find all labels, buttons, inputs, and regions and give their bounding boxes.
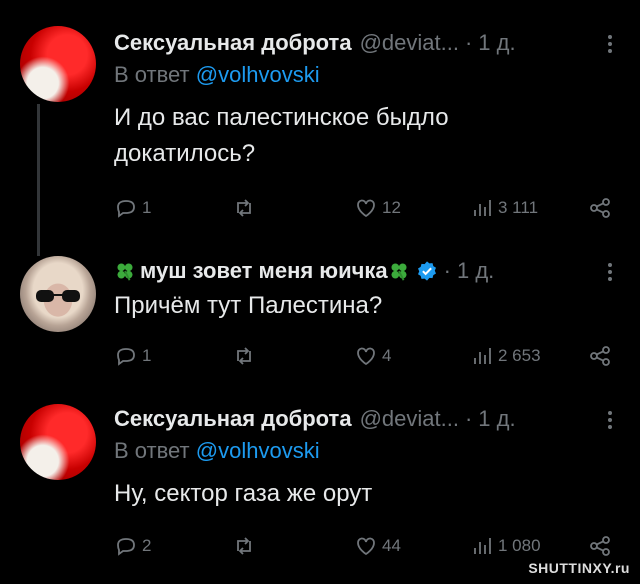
views-button[interactable]: 3 111 [470, 196, 538, 220]
more-icon[interactable] [608, 260, 612, 284]
more-icon[interactable] [608, 32, 612, 56]
like-button[interactable]: 44 [354, 534, 401, 558]
tweet-text-line: докатилось? [114, 140, 256, 167]
retweet-button[interactable] [232, 344, 260, 368]
views-count: 2 653 [498, 346, 541, 365]
reply-icon [117, 538, 135, 556]
retweet-icon [237, 199, 251, 217]
mention-link[interactable]: @volhvovski [196, 438, 320, 463]
retweet-button[interactable] [232, 196, 260, 220]
views-icon [474, 348, 491, 364]
views-icon [474, 200, 491, 216]
tweet-header: Сексуальная доброта @deviat... · 1 д. [114, 26, 620, 60]
share-icon [590, 198, 610, 218]
views-icon [474, 538, 491, 554]
reply-prefix: В ответ [114, 438, 190, 463]
separator-dot: · [464, 406, 473, 431]
tweet-text-line: И до вас палестинское быдло [114, 104, 449, 131]
retweet-icon [237, 347, 251, 365]
share-icon [590, 346, 610, 366]
timestamp[interactable]: 1 д. [478, 30, 515, 56]
heart-icon [357, 537, 375, 556]
retweet-icon [237, 537, 251, 555]
separator-dot: · [464, 30, 473, 55]
reply-icon [117, 348, 135, 366]
tweet-text: Ну, сектор газа же орут [114, 476, 620, 512]
timestamp[interactable]: 1 д. [457, 258, 494, 284]
avatar[interactable] [20, 26, 96, 102]
more-icon[interactable] [608, 408, 612, 432]
sunglasses-graphic [36, 290, 80, 302]
like-count: 12 [382, 198, 401, 217]
watermark: SHUTTINXY.ru [528, 560, 630, 576]
like-count: 4 [382, 346, 392, 365]
heart-icon [357, 199, 375, 218]
action-bar: 1 4 2 653 [114, 342, 620, 370]
like-count: 44 [382, 536, 401, 555]
action-bar: 1 12 3 111 [114, 194, 620, 222]
reply-count: 2 [142, 536, 152, 555]
avatar[interactable] [20, 404, 96, 480]
author-name[interactable]: Сексуальная доброта [114, 406, 352, 432]
tweet[interactable]: Сексуальная доброта @deviat... · 1 д. В … [0, 0, 640, 256]
share-button[interactable] [588, 196, 612, 220]
clover-emoji [117, 263, 133, 281]
tweet[interactable]: муш зовет меня юичка · 1 д. Причём тут П… [0, 240, 640, 390]
like-button[interactable]: 4 [354, 344, 391, 368]
tweet-text-line: Причём тут Палестина? [114, 292, 383, 319]
views-count: 1 080 [498, 536, 541, 555]
reply-button[interactable]: 2 [114, 534, 151, 558]
heart-icon [357, 347, 375, 366]
tweet-text: Причём тут Палестина? [114, 288, 620, 324]
thread-line [37, 104, 40, 256]
views-count: 3 111 [498, 198, 539, 217]
reply-context: В ответ @volhvovski [114, 60, 620, 90]
reply-icon [117, 200, 135, 218]
verified-badge-icon [417, 261, 436, 281]
like-button[interactable]: 12 [354, 196, 401, 220]
mention-link[interactable]: @volhvovski [196, 62, 320, 87]
author-name[interactable]: муш зовет меня юичка [140, 258, 388, 284]
tweet-text-line: Ну, сектор газа же орут [114, 480, 373, 507]
avatar[interactable] [20, 256, 96, 332]
tweet[interactable]: Сексуальная доброта @deviat... · 1 д. В … [0, 390, 640, 584]
author-handle[interactable]: @deviat... [360, 406, 459, 432]
reply-prefix: В ответ [114, 62, 190, 87]
action-bar: 2 44 1 080 [114, 532, 620, 560]
separator-dot: · [443, 258, 451, 283]
reply-button[interactable]: 1 [114, 344, 151, 368]
author-name[interactable]: Сексуальная доброта [114, 30, 352, 56]
tweet-header: Сексуальная доброта @deviat... · 1 д. [114, 402, 620, 436]
reply-count: 1 [142, 198, 152, 217]
views-button[interactable]: 2 653 [470, 344, 541, 368]
share-button[interactable] [588, 344, 612, 368]
reply-button[interactable]: 1 [114, 196, 151, 220]
retweet-button[interactable] [232, 534, 260, 558]
share-icon [590, 536, 610, 556]
share-button[interactable] [588, 534, 612, 558]
tweet-header: муш зовет меня юичка · 1 д. [114, 254, 620, 288]
clover-emoji [391, 263, 407, 281]
tweet-text: И до вас палестинское быдло докатилось? [114, 100, 620, 172]
views-button[interactable]: 1 080 [470, 534, 541, 558]
timestamp[interactable]: 1 д. [478, 406, 515, 432]
reply-context: В ответ @volhvovski [114, 436, 620, 466]
author-handle[interactable]: @deviat... [360, 30, 459, 56]
reply-count: 1 [142, 346, 152, 365]
